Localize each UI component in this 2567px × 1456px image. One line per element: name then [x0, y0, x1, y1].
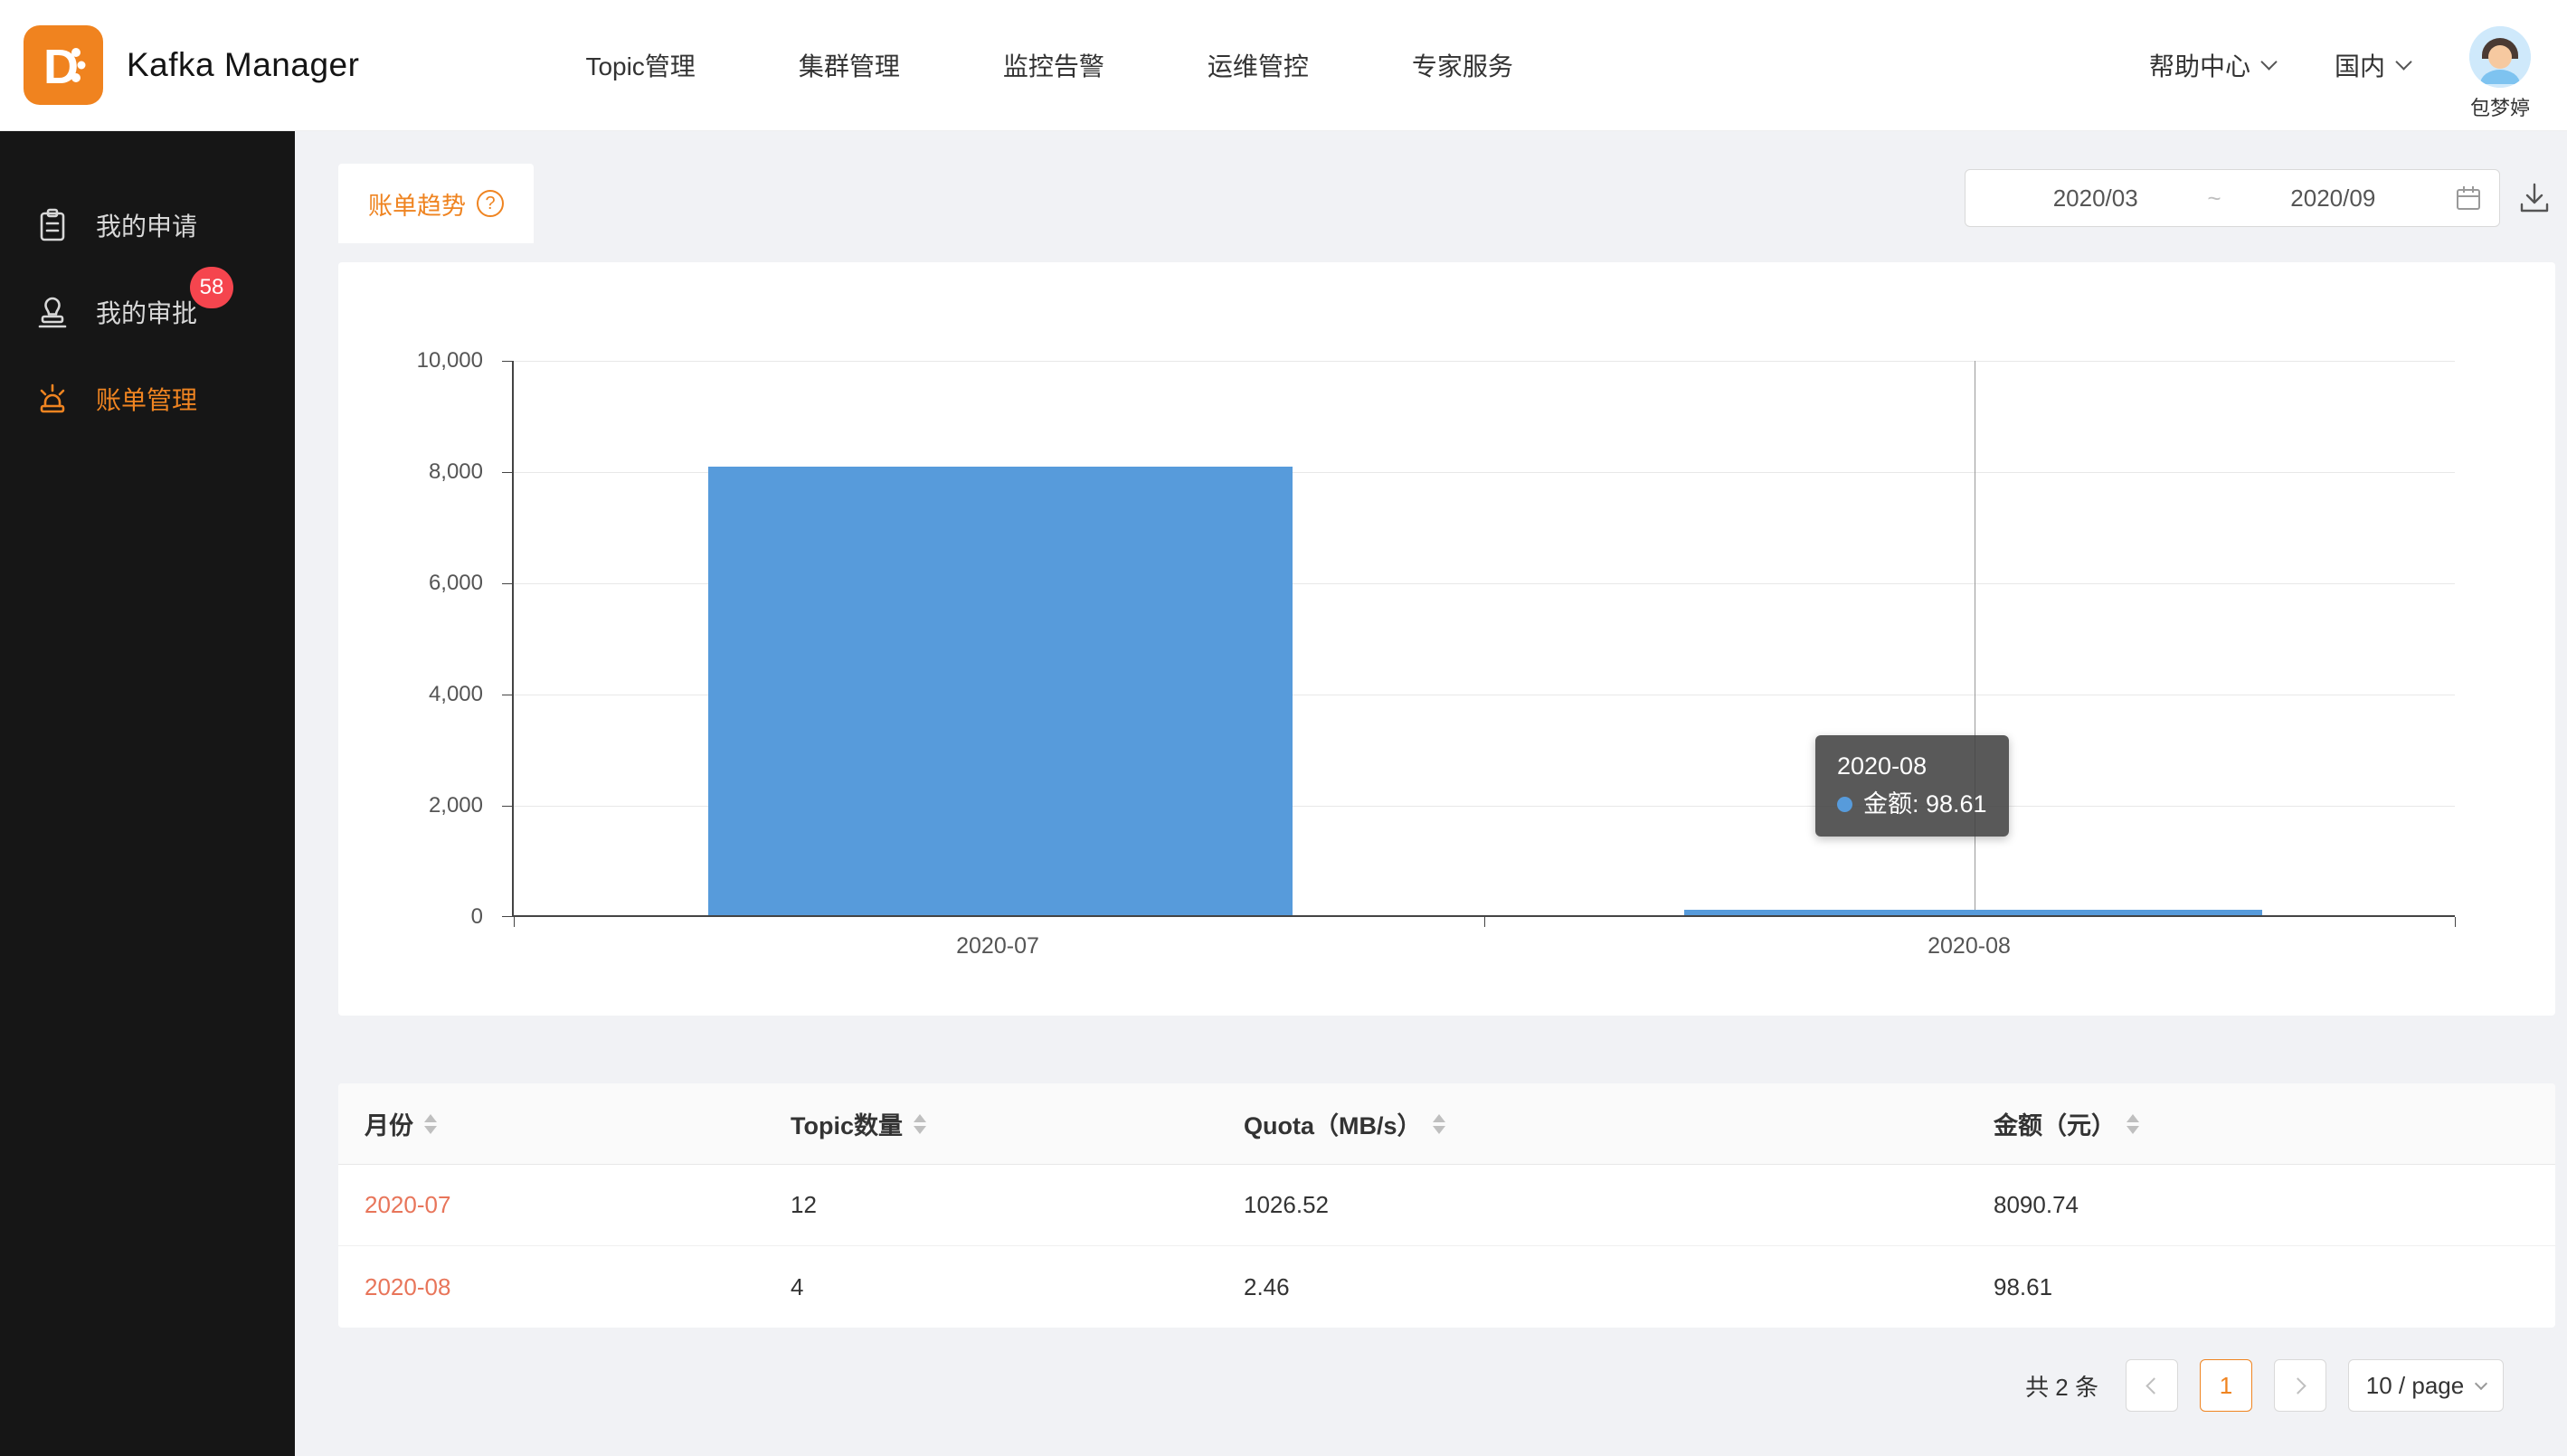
month-link[interactable]: 2020-07: [365, 1191, 450, 1218]
clipboard-icon: [34, 207, 71, 243]
region-select[interactable]: 国内: [2335, 47, 2410, 83]
bar-2020-08[interactable]: [1684, 910, 2262, 915]
nav-ops-control[interactable]: 运维管控: [1208, 47, 1309, 83]
cell-quota: 1026.52: [1244, 1191, 1994, 1219]
app-logo-icon: D: [24, 25, 103, 105]
column-header-amount[interactable]: 金额（元）: [1994, 1106, 2555, 1141]
nav-cluster-management[interactable]: 集群管理: [799, 47, 900, 83]
sort-icon[interactable]: [1433, 1114, 1445, 1134]
nav-expert-service[interactable]: 专家服务: [1412, 47, 1513, 83]
svg-text:D: D: [43, 40, 79, 94]
tab-bill-trend-label: 账单趋势: [368, 186, 466, 222]
cell-amount: 8090.74: [1994, 1191, 2555, 1219]
sidebar-item-my-approvals[interactable]: 我的审批 58: [0, 269, 295, 355]
chart-tooltip: 2020-08 金额: 98.61: [1815, 735, 2009, 837]
bar-2020-07[interactable]: [708, 467, 1293, 915]
sort-icon[interactable]: [914, 1114, 926, 1134]
nav-monitor-alert[interactable]: 监控告警: [1003, 47, 1104, 83]
page-1-button[interactable]: 1: [2200, 1359, 2252, 1412]
y-tick-label: 6,000: [429, 571, 483, 596]
y-tick-label: 10,000: [417, 348, 483, 373]
main-content: 账单趋势 ? 2020/03 ~ 2020/09 10,000 8,000 6,…: [295, 131, 2567, 1456]
cell-topic-count: 4: [791, 1273, 1244, 1301]
month-link[interactable]: 2020-08: [365, 1273, 450, 1300]
avatar[interactable]: [2469, 26, 2531, 88]
x-tick-label: 2020-08: [1928, 933, 2011, 960]
chart-plot-area: 2020-08 金额: 98.61: [512, 361, 2455, 917]
sidebar-item-label: 我的申请: [96, 207, 197, 243]
tooltip-value: 金额: 98.61: [1863, 790, 1987, 818]
sidebar-item-label: 账单管理: [96, 381, 197, 417]
header-right: 帮助中心 国内 包梦婷: [2149, 10, 2531, 121]
tooltip-title: 2020-08: [1837, 748, 1987, 786]
help-center-menu[interactable]: 帮助中心: [2149, 47, 2275, 83]
chevron-down-icon: [2475, 1376, 2487, 1389]
series-dot-icon: [1837, 797, 1852, 812]
y-tick-label: 8,000: [429, 459, 483, 485]
user-block[interactable]: 包梦婷: [2469, 26, 2531, 121]
page-size-value: 10 / page: [2366, 1372, 2464, 1400]
cell-amount: 98.61: [1994, 1273, 2555, 1301]
date-range-picker[interactable]: 2020/03 ~ 2020/09: [1965, 169, 2500, 227]
date-start-value[interactable]: 2020/03: [1993, 184, 2198, 213]
date-end-value[interactable]: 2020/09: [2231, 184, 2436, 213]
chevron-right-icon: [2289, 1377, 2306, 1394]
brand: D Kafka Manager: [24, 25, 359, 105]
download-icon-button[interactable]: [2516, 180, 2553, 216]
app-header: D Kafka Manager Topic管理 集群管理 监控告警 运维管控 专…: [0, 0, 2567, 131]
date-range-separator: ~: [2198, 184, 2230, 213]
help-circle-icon[interactable]: ?: [477, 190, 504, 217]
prev-page-button[interactable]: [2126, 1359, 2178, 1412]
alarm-lamp-icon: [34, 381, 71, 417]
table-row: 2020-08 4 2.46 98.61: [338, 1246, 2555, 1328]
nav-topic-management[interactable]: Topic管理: [585, 47, 695, 83]
chevron-down-icon: [2395, 53, 2411, 70]
chevron-down-icon: [2260, 53, 2277, 70]
y-axis-labels: 10,000 8,000 6,000 4,000 2,000 0: [338, 361, 497, 917]
pagination-total: 共 2 条: [2025, 1369, 2098, 1403]
next-page-button[interactable]: [2274, 1359, 2326, 1412]
sidebar-item-bill-management[interactable]: 账单管理: [0, 355, 295, 442]
bill-trend-chart: 10,000 8,000 6,000 4,000 2,000 0: [338, 262, 2555, 1016]
sidebar-item-label: 我的审批: [96, 294, 197, 330]
cell-topic-count: 12: [791, 1191, 1244, 1219]
sort-icon[interactable]: [424, 1114, 437, 1134]
help-center-label: 帮助中心: [2149, 47, 2250, 83]
y-tick-label: 4,000: [429, 682, 483, 707]
approvals-count-badge: 58: [190, 267, 233, 308]
sidebar-item-my-applications[interactable]: 我的申请: [0, 182, 295, 269]
user-name: 包梦婷: [2470, 92, 2530, 121]
pagination: 共 2 条 1 10 / page: [2025, 1359, 2504, 1412]
region-label: 国内: [2335, 47, 2385, 83]
table-header-row: 月份 Topic数量 Quota（MB/s） 金额（元）: [338, 1083, 2555, 1165]
bill-table: 月份 Topic数量 Quota（MB/s） 金额（元） 2020-07 12 …: [338, 1083, 2555, 1328]
x-tick-label: 2020-07: [956, 933, 1039, 960]
stamp-icon: [34, 294, 71, 330]
column-header-quota[interactable]: Quota（MB/s）: [1244, 1106, 1994, 1141]
page-title: Kafka Manager: [127, 46, 359, 84]
sidebar: 我的申请 我的审批 58 账单管理: [0, 131, 295, 1456]
tab-bill-trend[interactable]: 账单趋势 ?: [338, 164, 534, 243]
column-header-month[interactable]: 月份: [365, 1106, 791, 1141]
cell-quota: 2.46: [1244, 1273, 1994, 1301]
chevron-left-icon: [2145, 1377, 2162, 1394]
y-tick-label: 2,000: [429, 793, 483, 818]
page-size-select[interactable]: 10 / page: [2348, 1359, 2504, 1412]
top-nav: Topic管理 集群管理 监控告警 运维管控 专家服务: [585, 47, 1512, 83]
column-header-topic-count[interactable]: Topic数量: [791, 1106, 1244, 1141]
table-row: 2020-07 12 1026.52 8090.74: [338, 1165, 2555, 1246]
calendar-icon: [2454, 184, 2483, 213]
y-tick-label: 0: [471, 904, 483, 930]
sort-icon[interactable]: [2127, 1114, 2139, 1134]
tooltip-value-row: 金额: 98.61: [1837, 786, 1987, 824]
